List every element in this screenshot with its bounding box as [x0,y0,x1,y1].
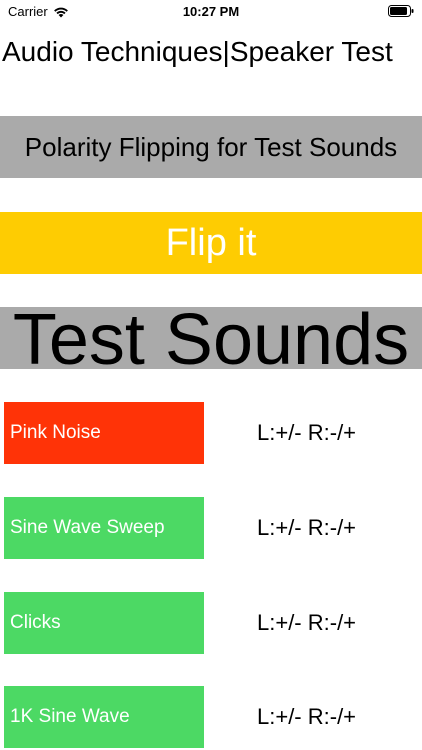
sound-row-clicks: Clicks L:+/- R:-/+ [0,592,422,654]
1k-sine-wave-button[interactable]: 1K Sine Wave [4,686,204,748]
flip-it-button[interactable]: Flip it [0,212,422,274]
sound-row-pink-noise: Pink Noise L:+/- R:-/+ [0,402,422,464]
pink-noise-polarity-label: L:+/- R:-/+ [257,420,357,445]
polarity-banner: Polarity Flipping for Test Sounds [0,116,422,178]
status-time: 10:27 PM [182,4,240,19]
test-sounds-heading: Test Sounds [0,307,422,369]
sine-wave-sweep-button[interactable]: Sine Wave Sweep [4,497,204,559]
battery-icon [388,5,414,17]
sine-wave-sweep-polarity-label: L:+/- R:-/+ [257,515,357,540]
page-title: Audio Techniques|Speaker Test [2,36,393,67]
pink-noise-button[interactable]: Pink Noise [4,402,204,464]
clicks-button[interactable]: Clicks [4,592,204,654]
clicks-polarity-label: L:+/- R:-/+ [257,610,357,635]
1k-sine-wave-polarity-label: L:+/- R:-/+ [257,704,357,729]
sound-row-sine-wave-sweep: Sine Wave Sweep L:+/- R:-/+ [0,497,422,559]
status-bar: Carrier 10:27 PM [0,0,422,24]
sound-row-1k-sine-wave: 1K Sine Wave L:+/- R:-/+ [0,686,422,748]
